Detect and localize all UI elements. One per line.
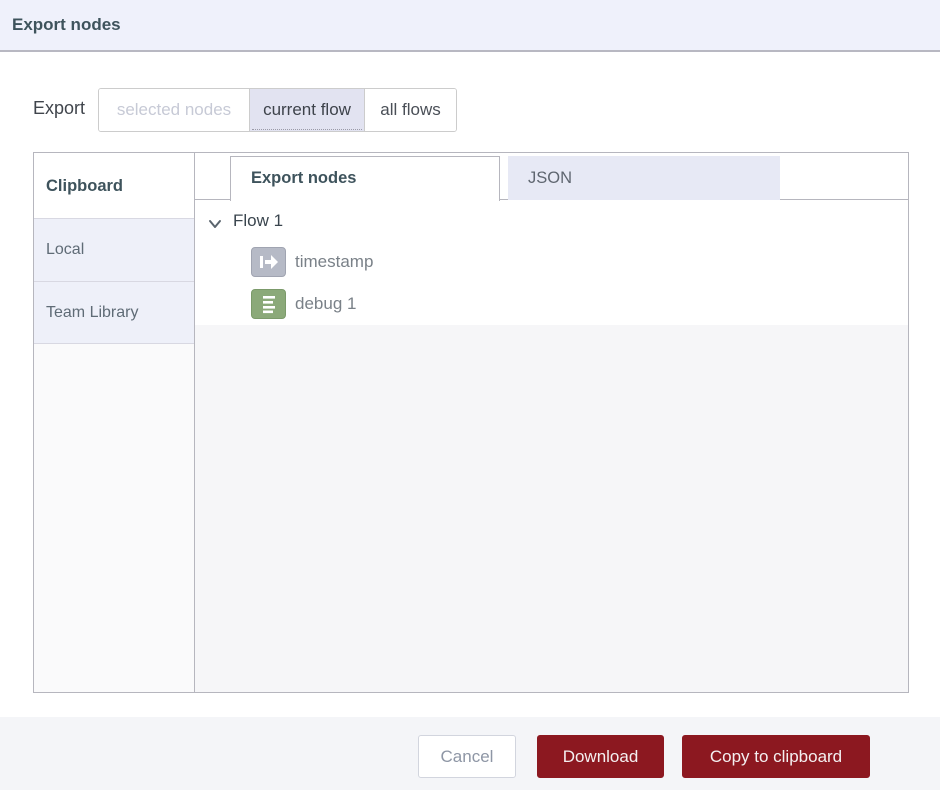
tree-row-flow[interactable]: Flow 1 [195, 200, 908, 241]
tree-row-debug-node[interactable]: debug 1 [195, 283, 908, 325]
node-tree-rows: Flow 1 timestamp [195, 200, 908, 325]
node-label: debug 1 [295, 294, 356, 314]
dialog-header: Export nodes [0, 0, 940, 52]
sidebar-item-local[interactable]: Local [34, 218, 194, 281]
node-label: timestamp [295, 252, 373, 272]
flow-label: Flow 1 [233, 211, 283, 231]
node-tree: Flow 1 timestamp [195, 200, 908, 692]
debug-lines-icon [251, 289, 286, 319]
dialog-title: Export nodes [12, 15, 121, 35]
segment-all-flows[interactable]: all flows [364, 89, 456, 131]
library-header: Clipboard [34, 153, 194, 218]
chevron-down-icon[interactable] [208, 216, 222, 226]
inject-arrow-icon [251, 247, 286, 277]
segment-current-flow[interactable]: current flow [249, 89, 364, 131]
copy-to-clipboard-button[interactable]: Copy to clipboard [682, 735, 870, 778]
download-button[interactable]: Download [537, 735, 664, 778]
tab-bar: Export nodes JSON [195, 153, 908, 200]
tree-row-inject-node[interactable]: timestamp [195, 241, 908, 283]
export-scope-label: Export [33, 98, 85, 119]
sidebar-item-team-library[interactable]: Team Library [34, 281, 194, 344]
export-panel: Clipboard Local Team Library Export node… [33, 152, 909, 693]
tab-export-nodes[interactable]: Export nodes [230, 156, 500, 201]
panel-content: Export nodes JSON Flow 1 [195, 153, 908, 692]
dialog-footer: Cancel Download Copy to clipboard [0, 717, 940, 790]
tab-json[interactable]: JSON [508, 156, 780, 200]
library-sidebar: Clipboard Local Team Library [34, 153, 195, 692]
export-scope-group: selected nodes current flow all flows [98, 88, 457, 132]
segment-selected-nodes[interactable]: selected nodes [99, 89, 249, 131]
cancel-button[interactable]: Cancel [418, 735, 516, 778]
